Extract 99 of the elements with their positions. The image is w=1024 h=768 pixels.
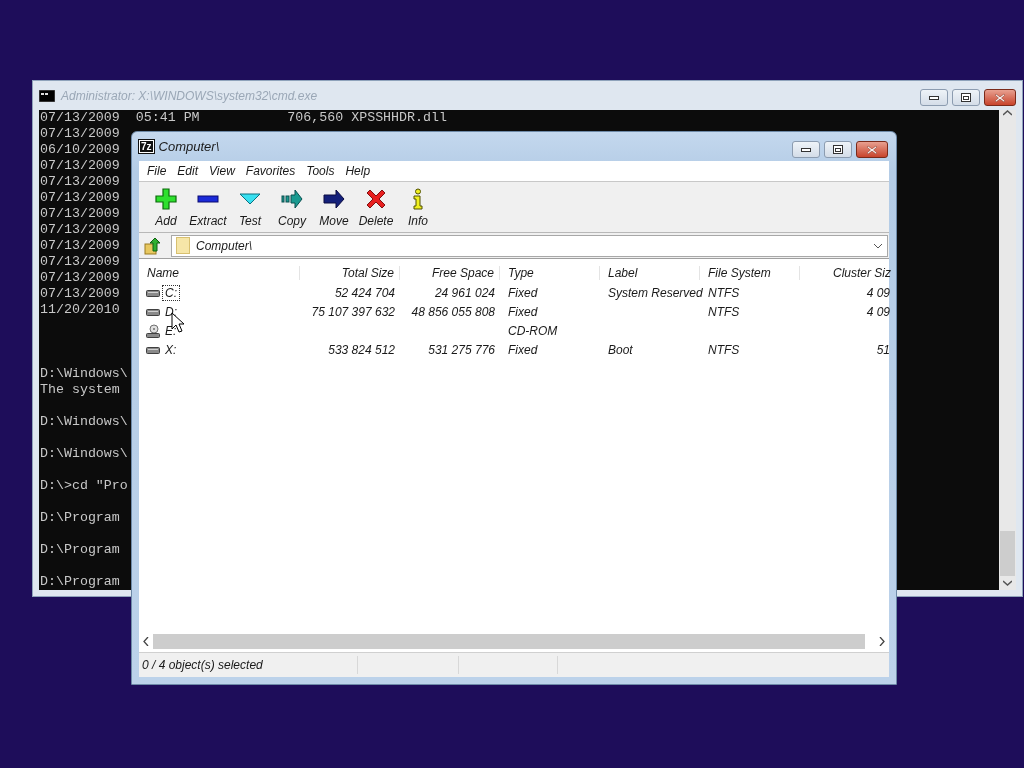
table-cell: Fixed [508,285,538,300]
scrollbar-thumb[interactable] [1000,531,1015,576]
table-cell: 533 824 512 [328,342,395,357]
close-button[interactable] [984,89,1016,106]
menu-item[interactable]: Help [345,164,378,178]
plus-icon [155,188,177,210]
table-cell: 24 961 024 [434,285,495,300]
minimize-icon [801,147,811,152]
status-text: 0 / 4 object(s) selected [142,658,263,672]
table-cell: NTFS [708,285,740,300]
arrow-right-icon [323,188,345,210]
table-cell: 531 275 776 [428,342,495,357]
console-line: 06/10/2009 [40,142,120,157]
vertical-scrollbar[interactable] [999,110,1016,590]
console-line: 07/13/2009 [40,222,120,237]
console-line: 07/13/2009 [40,174,120,189]
toolbar-button[interactable]: Delete [355,182,397,228]
column-header[interactable]: Total Size [300,265,400,280]
menu-item[interactable]: Tools [306,164,342,178]
column-header[interactable]: Free Space [400,265,500,280]
table-cell: 4 09 [866,304,890,319]
maximize-icon [961,93,971,102]
console-line: 07/13/2009 [40,270,120,285]
drive-icon [146,345,160,354]
address-field[interactable]: Computer\ [171,234,888,257]
column-header[interactable]: File System [700,265,800,280]
toolbar-button[interactable]: Copy [271,182,313,228]
console-line: D:\Program [40,574,120,589]
table-cell: Boot [608,342,633,357]
console-line: The system [40,382,120,397]
table-cell: System Reserved [608,285,703,300]
scroll-down-icon[interactable] [1003,580,1012,586]
toolbar-button[interactable]: Test [229,182,271,228]
minimize-button[interactable] [792,141,820,158]
drive-name[interactable]: X: [162,341,180,358]
console-line: 07/13/2009 [40,254,120,269]
toolbar-button[interactable]: Add [145,182,187,228]
console-line: 07/13/2009 05:41 PM 706,560 XPSSHHDR.dll [40,110,447,125]
drive-icon [146,288,160,297]
minimize-icon [929,95,939,100]
scroll-up-icon[interactable] [1003,110,1012,116]
drive-name[interactable]: E: [162,322,180,339]
folder-icon [176,237,190,254]
table-cell: NTFS [708,342,740,357]
table-cell: Fixed [508,304,538,319]
table-cell: 48 856 055 808 [411,304,495,319]
close-button[interactable] [856,141,888,158]
maximize-button[interactable] [824,141,852,158]
console-line: 07/13/2009 [40,190,120,205]
delete-icon [365,188,387,210]
table-cell: Fixed [508,342,538,357]
console-icon [39,89,55,102]
table-cell: 75 107 397 632 [311,304,395,319]
console-line: D:\Windows\ [40,414,128,429]
toolbar-button[interactable]: Extract [187,182,229,228]
menu-item[interactable]: File [147,164,174,178]
console-line: 07/13/2009 [40,206,120,221]
console-line: 07/13/2009 [40,126,120,141]
column-header[interactable]: Name [139,265,300,280]
table-cell: NTFS [708,304,740,319]
column-header[interactable]: Label [600,265,700,280]
chevron-down-icon[interactable] [873,242,883,249]
scroll-left-icon[interactable] [143,637,149,646]
window-title: Computer\ [158,139,220,154]
scroll-right-icon[interactable] [879,637,885,646]
close-icon [866,144,878,155]
table-cell: 4 09 [866,285,890,300]
console-line: D:\Program [40,542,120,557]
maximize-icon [833,145,843,154]
table-cell: CD-ROM [508,323,558,338]
dashed-arrow-icon [281,188,303,210]
table-cell: 51 [876,342,890,357]
console-line: 11/20/2010 [40,302,120,317]
console-line: D:\Program [40,510,120,525]
maximize-button[interactable] [952,89,980,106]
drive-name[interactable]: C: [162,284,180,301]
cd-drive-icon [146,323,160,338]
console-line: 07/13/2009 [40,158,120,173]
app-icon: 7z [139,140,154,153]
window-title: Administrator: X:\WINDOWS\system32\cmd.exe [61,88,318,103]
close-icon [994,92,1006,103]
menu-item[interactable]: Edit [177,164,206,178]
scrollbar-thumb[interactable] [153,634,865,649]
column-header[interactable]: Type [500,265,600,280]
drive-icon [146,307,160,316]
console-line: D:\>cd "Pro [40,478,128,493]
console-line: 07/13/2009 [40,238,120,253]
console-line: D:\Windows\ [40,366,128,381]
toolbar-button[interactable]: Info [397,182,439,228]
toolbar-button[interactable]: Move [313,182,355,228]
drive-name[interactable]: D: [162,303,180,320]
folder-up-icon[interactable] [144,236,160,255]
minimize-button[interactable] [920,89,948,106]
column-header[interactable]: Cluster Siz [800,265,891,280]
menu-item[interactable]: View [209,164,242,178]
menu-item[interactable]: Favorites [245,164,303,178]
console-line: 07/13/2009 [40,286,120,301]
console-line: D:\Windows\ [40,446,128,461]
table-cell: 52 424 704 [334,285,395,300]
